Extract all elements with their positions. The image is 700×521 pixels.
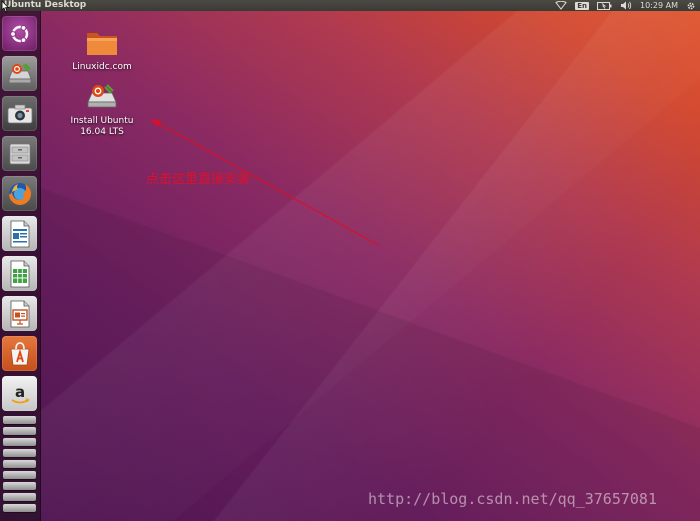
top-panel: Ubuntu Desktop En 10:29 AM: [0, 0, 700, 13]
volume-icon[interactable]: [620, 1, 632, 10]
folder-icon: [87, 33, 117, 55]
calc-icon: [10, 260, 29, 287]
wallpaper-facet-shadow: [0, 0, 700, 521]
impress-icon: [10, 300, 29, 327]
network-icon[interactable]: [555, 1, 568, 10]
desktop-icon-install-ubuntu[interactable]: Install Ubuntu 16.04 LTS: [64, 82, 140, 138]
svg-text:a: a: [14, 383, 24, 401]
watermark-url: http://blog.csdn.net/qq_37657081: [368, 490, 657, 508]
amazon-icon: a: [11, 383, 30, 403]
panel-title: Ubuntu Desktop: [4, 0, 87, 10]
launcher-stack-item[interactable]: [3, 482, 36, 490]
desktop-icon-label: Linuxidc.com: [72, 62, 132, 72]
launcher-stack-item[interactable]: [3, 493, 36, 501]
launcher-files[interactable]: [2, 136, 37, 171]
desktop-icon-label: Install Ubuntu: [70, 116, 134, 126]
installer-icon: [7, 62, 32, 83]
system-tray: En 10:29 AM: [555, 0, 696, 11]
launcher-dash-home[interactable]: [2, 16, 37, 51]
battery-icon[interactable]: [597, 1, 612, 10]
launcher-stack-item[interactable]: [3, 504, 36, 512]
launcher-stack-item[interactable]: [3, 416, 36, 424]
file-cabinet-icon: [9, 143, 30, 164]
clock[interactable]: 10:29 AM: [640, 0, 678, 11]
launcher-stack-item[interactable]: [3, 449, 36, 457]
launcher-install-ubuntu[interactable]: [2, 56, 37, 91]
annotation-text: 点击这里直接安装: [146, 172, 251, 187]
settings-gear-icon[interactable]: [686, 1, 696, 11]
software-center-icon: [10, 341, 29, 365]
launcher-libreoffice-calc[interactable]: [2, 256, 37, 291]
ubuntu-logo-icon: [9, 24, 28, 43]
launcher-stack-item[interactable]: [3, 427, 36, 435]
writer-icon: [10, 220, 29, 247]
launcher-amazon[interactable]: a: [2, 376, 37, 411]
desktop-icon-label-version: 16.04 LTS: [80, 127, 124, 137]
launcher-stack-item[interactable]: [3, 460, 36, 468]
firefox-icon: [8, 182, 31, 205]
launcher-stack-item[interactable]: [3, 438, 36, 446]
keyboard-layout-indicator[interactable]: En: [575, 1, 590, 10]
launcher-cheese-webcam[interactable]: [2, 96, 37, 131]
unity-launcher: a: [0, 11, 41, 521]
launcher-libreoffice-writer[interactable]: [2, 216, 37, 251]
launcher-ubuntu-software[interactable]: [2, 336, 37, 371]
desktop-icon-linuxidc-folder[interactable]: Linuxidc.com: [64, 28, 140, 73]
launcher-stack-item[interactable]: [3, 471, 36, 479]
launcher-libreoffice-impress[interactable]: [2, 296, 37, 331]
launcher-firefox[interactable]: [2, 176, 37, 211]
installer-icon: [87, 84, 117, 108]
camera-icon: [7, 104, 32, 123]
